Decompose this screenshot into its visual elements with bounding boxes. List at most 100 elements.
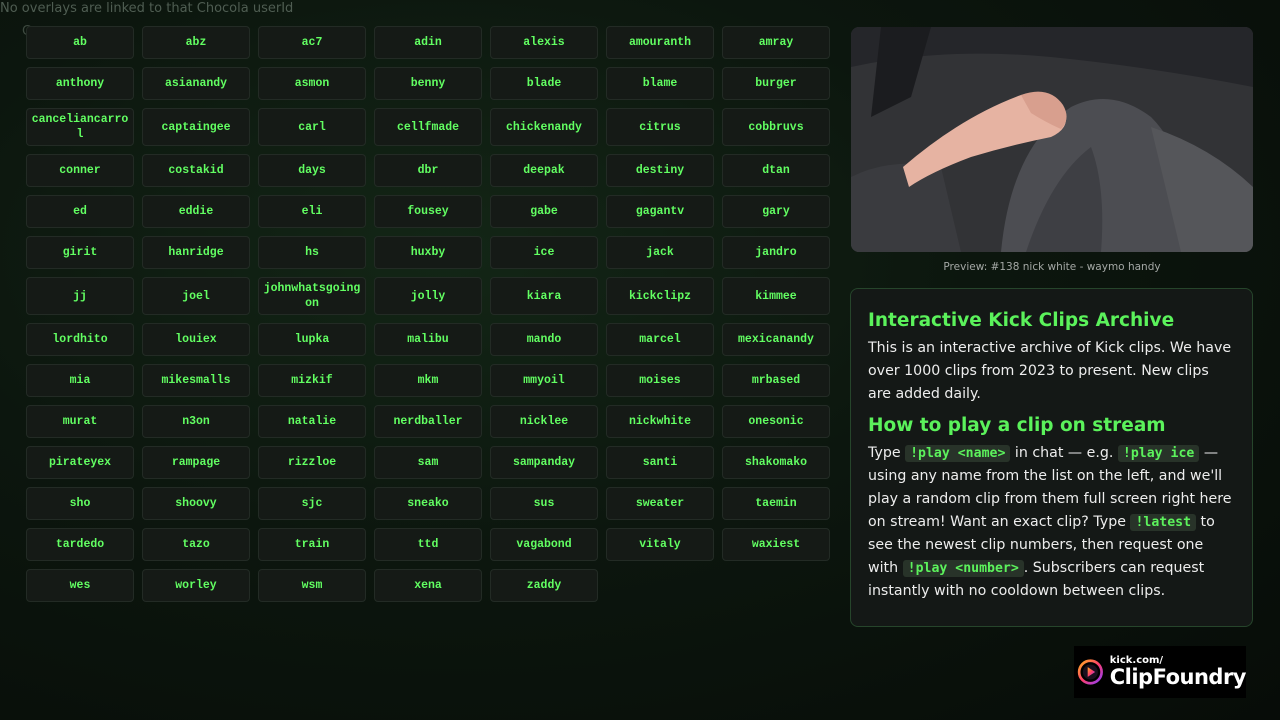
- streamer-button-mia[interactable]: mia: [26, 364, 134, 397]
- streamer-button-waxiest[interactable]: waxiest: [722, 528, 830, 561]
- streamer-button-amray[interactable]: amray: [722, 26, 830, 59]
- streamer-button-mikesmalls[interactable]: mikesmalls: [142, 364, 250, 397]
- streamer-button-wsm[interactable]: wsm: [258, 569, 366, 602]
- streamer-button-benny[interactable]: benny: [374, 67, 482, 100]
- streamer-button-vagabond[interactable]: vagabond: [490, 528, 598, 561]
- streamer-button-vitaly[interactable]: vitaly: [606, 528, 714, 561]
- streamer-button-jolly[interactable]: jolly: [374, 277, 482, 315]
- streamer-button-sjc[interactable]: sjc: [258, 487, 366, 520]
- streamer-button-nickwhite[interactable]: nickwhite: [606, 405, 714, 438]
- streamer-button-cobbruvs[interactable]: cobbruvs: [722, 108, 830, 146]
- how-text-1: Type: [868, 445, 906, 461]
- streamer-button-n3on[interactable]: n3on: [142, 405, 250, 438]
- streamer-button-sampanday[interactable]: sampanday: [490, 446, 598, 479]
- streamer-button-gagantv[interactable]: gagantv: [606, 195, 714, 228]
- streamer-button-nerdballer[interactable]: nerdballer: [374, 405, 482, 438]
- streamer-button-lordhito[interactable]: lordhito: [26, 323, 134, 356]
- streamer-button-rampage[interactable]: rampage: [142, 446, 250, 479]
- streamer-button-tardedo[interactable]: tardedo: [26, 528, 134, 561]
- streamer-button-canceliancarrol[interactable]: canceliancarrol: [26, 108, 134, 146]
- streamer-button-gary[interactable]: gary: [722, 195, 830, 228]
- streamer-button-marcel[interactable]: marcel: [606, 323, 714, 356]
- streamer-button-dbr[interactable]: dbr: [374, 154, 482, 187]
- streamer-button-alexis[interactable]: alexis: [490, 26, 598, 59]
- streamer-button-ice[interactable]: ice: [490, 236, 598, 269]
- streamer-button-mando[interactable]: mando: [490, 323, 598, 356]
- streamer-button-jack[interactable]: jack: [606, 236, 714, 269]
- streamer-button-captaingee[interactable]: captaingee: [142, 108, 250, 146]
- streamer-button-sneako[interactable]: sneako: [374, 487, 482, 520]
- streamer-button-eli[interactable]: eli: [258, 195, 366, 228]
- streamer-button-murat[interactable]: murat: [26, 405, 134, 438]
- streamer-button-conner[interactable]: conner: [26, 154, 134, 187]
- streamer-button-sweater[interactable]: sweater: [606, 487, 714, 520]
- streamer-button-asianandy[interactable]: asianandy: [142, 67, 250, 100]
- streamer-button-anthony[interactable]: anthony: [26, 67, 134, 100]
- preview-caption: Preview: #138 nick white - waymo handy: [943, 261, 1161, 273]
- streamer-button-sus[interactable]: sus: [490, 487, 598, 520]
- streamer-button-tazo[interactable]: tazo: [142, 528, 250, 561]
- streamer-button-carl[interactable]: carl: [258, 108, 366, 146]
- streamer-button-natalie[interactable]: natalie: [258, 405, 366, 438]
- streamer-button-sho[interactable]: sho: [26, 487, 134, 520]
- streamer-button-girit[interactable]: girit: [26, 236, 134, 269]
- streamer-button-johnwhatsgoingon[interactable]: johnwhatsgoingon: [258, 277, 366, 315]
- streamer-button-kimmee[interactable]: kimmee: [722, 277, 830, 315]
- streamer-button-shakomako[interactable]: shakomako: [722, 446, 830, 479]
- streamer-button-hanridge[interactable]: hanridge: [142, 236, 250, 269]
- streamer-button-taemin[interactable]: taemin: [722, 487, 830, 520]
- streamer-button-mizkif[interactable]: mizkif: [258, 364, 366, 397]
- streamer-button-jj[interactable]: jj: [26, 277, 134, 315]
- streamer-button-hs[interactable]: hs: [258, 236, 366, 269]
- streamer-button-ab[interactable]: ab: [26, 26, 134, 59]
- streamer-button-onesonic[interactable]: onesonic: [722, 405, 830, 438]
- streamer-button-asmon[interactable]: asmon: [258, 67, 366, 100]
- streamer-button-malibu[interactable]: malibu: [374, 323, 482, 356]
- streamer-button-costakid[interactable]: costakid: [142, 154, 250, 187]
- streamer-button-ac7[interactable]: ac7: [258, 26, 366, 59]
- streamer-button-santi[interactable]: santi: [606, 446, 714, 479]
- streamer-button-amouranth[interactable]: amouranth: [606, 26, 714, 59]
- streamer-button-mrbased[interactable]: mrbased: [722, 364, 830, 397]
- streamer-button-shoovy[interactable]: shoovy: [142, 487, 250, 520]
- streamer-button-adin[interactable]: adin: [374, 26, 482, 59]
- streamer-button-nicklee[interactable]: nicklee: [490, 405, 598, 438]
- streamer-button-cellfmade[interactable]: cellfmade: [374, 108, 482, 146]
- clip-preview-video[interactable]: [851, 27, 1253, 252]
- streamer-button-days[interactable]: days: [258, 154, 366, 187]
- streamer-button-worley[interactable]: worley: [142, 569, 250, 602]
- streamer-button-dtan[interactable]: dtan: [722, 154, 830, 187]
- play-name-command: !play <name>: [905, 445, 1011, 462]
- streamer-button-destiny[interactable]: destiny: [606, 154, 714, 187]
- streamer-button-ttd[interactable]: ttd: [374, 528, 482, 561]
- streamer-button-blame[interactable]: blame: [606, 67, 714, 100]
- streamer-button-kickclipz[interactable]: kickclipz: [606, 277, 714, 315]
- streamer-button-moises[interactable]: moises: [606, 364, 714, 397]
- streamer-button-wes[interactable]: wes: [26, 569, 134, 602]
- streamer-button-blade[interactable]: blade: [490, 67, 598, 100]
- streamer-button-train[interactable]: train: [258, 528, 366, 561]
- streamer-button-citrus[interactable]: citrus: [606, 108, 714, 146]
- streamer-button-huxby[interactable]: huxby: [374, 236, 482, 269]
- streamer-button-joel[interactable]: joel: [142, 277, 250, 315]
- streamer-button-abz[interactable]: abz: [142, 26, 250, 59]
- streamer-button-kiara[interactable]: kiara: [490, 277, 598, 315]
- streamer-button-deepak[interactable]: deepak: [490, 154, 598, 187]
- streamer-button-chickenandy[interactable]: chickenandy: [490, 108, 598, 146]
- streamer-button-mexicanandy[interactable]: mexicanandy: [722, 323, 830, 356]
- streamer-button-rizzloe[interactable]: rizzloe: [258, 446, 366, 479]
- streamer-button-eddie[interactable]: eddie: [142, 195, 250, 228]
- streamer-button-zaddy[interactable]: zaddy: [490, 569, 598, 602]
- streamer-button-fousey[interactable]: fousey: [374, 195, 482, 228]
- streamer-button-mmyoil[interactable]: mmyoil: [490, 364, 598, 397]
- streamer-button-ed[interactable]: ed: [26, 195, 134, 228]
- streamer-button-louiex[interactable]: louiex: [142, 323, 250, 356]
- streamer-button-xena[interactable]: xena: [374, 569, 482, 602]
- streamer-button-mkm[interactable]: mkm: [374, 364, 482, 397]
- streamer-button-jandro[interactable]: jandro: [722, 236, 830, 269]
- streamer-button-burger[interactable]: burger: [722, 67, 830, 100]
- streamer-button-sam[interactable]: sam: [374, 446, 482, 479]
- streamer-button-pirateyex[interactable]: pirateyex: [26, 446, 134, 479]
- streamer-button-lupka[interactable]: lupka: [258, 323, 366, 356]
- streamer-button-gabe[interactable]: gabe: [490, 195, 598, 228]
